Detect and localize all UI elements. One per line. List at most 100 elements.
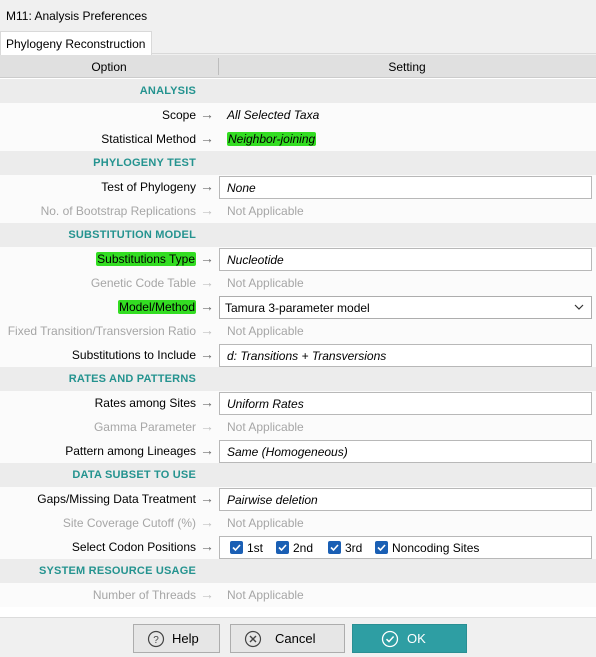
option-label: Select Codon Positions <box>71 540 196 554</box>
checkbox-checked-icon <box>230 541 243 554</box>
statistical-method-value[interactable]: Neighbor-joining <box>227 132 317 146</box>
row-number-of-threads: Number of Threads → Not Applicable <box>0 583 596 607</box>
window-title: M11: Analysis Preferences <box>6 9 148 23</box>
substitutions-type-field[interactable]: Nucleotide <box>219 248 592 271</box>
section-title: SUBSTITUTION MODEL <box>68 229 196 241</box>
section-fill <box>218 79 596 103</box>
highlight-mark: Substitutions Type <box>96 252 196 266</box>
checkbox-label: 1st <box>247 541 264 555</box>
right-arrow-icon: → <box>200 130 214 146</box>
section-title: PHYLOGENY TEST <box>93 157 196 169</box>
row-gamma-parameter: Gamma Parameter → Not Applicable <box>0 415 596 439</box>
section-fill <box>218 463 596 487</box>
codon-2nd-checkbox[interactable]: 2nd <box>276 541 320 557</box>
right-arrow-icon: → <box>200 106 214 122</box>
section-title: SYSTEM RESOURCE USAGE <box>38 565 196 577</box>
option-label: Substitutions to Include <box>71 348 196 362</box>
row-gaps-missing[interactable]: Gaps/Missing Data Treatment → Pairwise d… <box>0 487 596 511</box>
section-title: DATA SUBSET TO USE <box>72 469 196 481</box>
cancel-button[interactable]: Cancel <box>230 624 345 653</box>
codon-1st-checkbox[interactable]: 1st <box>230 541 270 557</box>
tab-strip: Phylogeny Reconstruction <box>0 30 596 55</box>
x-circle-icon <box>244 630 262 648</box>
options-grid: Option Setting ANALYSIS Scope → All Sele… <box>0 55 596 617</box>
title-bar: M11: Analysis Preferences <box>0 0 596 32</box>
option-label: Scope <box>161 108 196 122</box>
codon-3rd-checkbox[interactable]: 3rd <box>328 541 370 557</box>
right-arrow-icon: → <box>200 418 214 434</box>
fixed-ratio-value: Not Applicable <box>227 324 304 338</box>
site-coverage-value: Not Applicable <box>227 516 304 530</box>
option-label: Gamma Parameter <box>93 420 196 434</box>
section-fill <box>218 151 596 175</box>
right-arrow-icon: → <box>200 394 214 410</box>
button-label: Help <box>172 631 199 646</box>
checkbox-label: 2nd <box>293 541 314 555</box>
right-arrow-icon: → <box>200 442 214 458</box>
section-phylogeny-test: PHYLOGENY TEST <box>0 151 596 175</box>
field-value: Same (Homogeneous) <box>227 445 348 459</box>
noncoding-sites-checkbox[interactable]: Noncoding Sites <box>375 541 485 557</box>
row-substitutions-type[interactable]: Substitutions Type → Nucleotide <box>0 247 596 271</box>
highlight-mark: Model/Method <box>117 300 196 314</box>
field-value: Uniform Rates <box>227 397 304 411</box>
bootstrap-value: Not Applicable <box>227 204 304 218</box>
row-model-method[interactable]: Model/Method → Tamura 3-parameter model <box>0 295 596 319</box>
right-arrow-icon: → <box>200 346 214 362</box>
section-fill <box>218 223 596 247</box>
right-arrow-icon: → <box>200 514 214 530</box>
pattern-among-lineages-field[interactable]: Same (Homogeneous) <box>219 440 592 463</box>
tab-phylogeny-reconstruction[interactable]: Phylogeny Reconstruction <box>0 31 153 55</box>
gamma-value: Not Applicable <box>227 420 304 434</box>
genetic-code-value: Not Applicable <box>227 276 304 290</box>
checkbox-checked-icon <box>276 541 289 554</box>
row-rates-among-sites[interactable]: Rates among Sites → Uniform Rates <box>0 391 596 415</box>
field-value: d: Transitions + Transversions <box>227 349 387 363</box>
test-of-phylogeny-field[interactable]: None <box>219 176 592 199</box>
section-system-resource-usage: SYSTEM RESOURCE USAGE <box>0 559 596 583</box>
row-substitutions-to-include[interactable]: Substitutions to Include → d: Transition… <box>0 343 596 367</box>
option-label: Genetic Code Table <box>90 276 196 290</box>
option-label: Number of Threads <box>92 588 196 602</box>
help-button[interactable]: ? Help <box>133 624 220 653</box>
row-pattern-among-lineages[interactable]: Pattern among Lineages → Same (Homogeneo… <box>0 439 596 463</box>
option-label: Fixed Transition/Transversion Ratio <box>7 324 196 338</box>
section-data-subset: DATA SUBSET TO USE <box>0 463 596 487</box>
row-codon-positions[interactable]: Select Codon Positions → 1st 2nd 3rd Non… <box>0 535 596 559</box>
right-arrow-icon: → <box>200 250 214 266</box>
scope-value[interactable]: All Selected Taxa <box>227 108 319 122</box>
row-bootstrap-replications: No. of Bootstrap Replications → Not Appl… <box>0 199 596 223</box>
option-label: Rates among Sites <box>94 396 196 410</box>
row-scope[interactable]: Scope → All Selected Taxa <box>0 103 596 127</box>
option-label: Statistical Method <box>101 132 196 146</box>
checkbox-label: 3rd <box>345 541 363 555</box>
row-test-of-phylogeny[interactable]: Test of Phylogeny → None <box>0 175 596 199</box>
right-arrow-icon: → <box>200 322 214 338</box>
button-label: OK <box>407 631 426 646</box>
right-arrow-icon: → <box>200 178 214 194</box>
gaps-missing-field[interactable]: Pairwise deletion <box>219 488 592 511</box>
checkbox-checked-icon <box>375 541 388 554</box>
codon-positions-field: 1st 2nd 3rd Noncoding Sites <box>219 536 592 559</box>
check-circle-icon <box>381 630 399 648</box>
checkbox-label: Noncoding Sites <box>392 541 480 555</box>
field-value: Pairwise deletion <box>227 493 318 507</box>
substitutions-to-include-field[interactable]: d: Transitions + Transversions <box>219 344 592 367</box>
chevron-down-icon <box>574 304 584 310</box>
option-label: Site Coverage Cutoff (%) <box>62 516 196 530</box>
section-analysis: ANALYSIS <box>0 79 596 103</box>
rates-among-sites-field[interactable]: Uniform Rates <box>219 392 592 415</box>
option-label: Gaps/Missing Data Treatment <box>37 492 196 506</box>
field-value: None <box>227 181 256 195</box>
ok-button[interactable]: OK <box>352 624 467 653</box>
section-fill <box>218 367 596 391</box>
right-arrow-icon: → <box>200 538 214 554</box>
tab-label: Phylogeny Reconstruction <box>6 37 146 51</box>
threads-value: Not Applicable <box>227 588 304 602</box>
model-method-select[interactable]: Tamura 3-parameter model <box>219 296 592 319</box>
row-statistical-method[interactable]: Statistical Method → Neighbor-joining <box>0 127 596 151</box>
right-arrow-icon: → <box>200 202 214 218</box>
section-fill <box>218 559 596 583</box>
svg-text:?: ? <box>153 635 159 646</box>
right-arrow-icon: → <box>200 274 214 290</box>
